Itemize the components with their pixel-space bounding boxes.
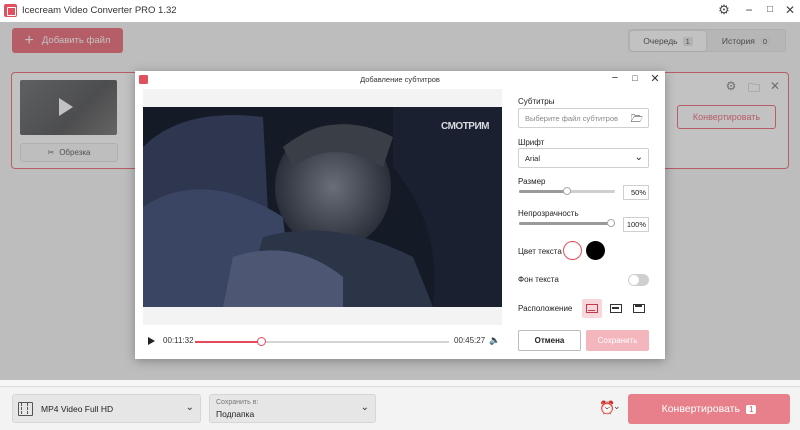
minimize-icon[interactable]: − <box>741 3 757 17</box>
film-icon <box>18 402 33 416</box>
opacity-label: Непрозрачность <box>518 209 579 218</box>
chevron-down-icon[interactable]: ⌄ <box>613 401 621 412</box>
app-title: Icecream Video Converter PRO 1.32 <box>22 5 177 16</box>
text-background-label: Фон текста <box>518 275 559 284</box>
app-window: Icecream Video Converter PRO 1.32 ⚙ − □ … <box>0 0 800 430</box>
text-background-toggle[interactable] <box>628 274 649 286</box>
subtitle-file-input[interactable]: Выберите файл субтитров 🗁 <box>518 108 649 128</box>
dialog-title: Добавление субтитров <box>360 75 440 84</box>
size-label: Размер <box>518 177 546 186</box>
convert-all-button[interactable]: Конвертировать 1 <box>628 394 790 424</box>
opacity-slider[interactable] <box>519 219 615 227</box>
size-slider-fill <box>519 190 567 193</box>
dialog-close-icon[interactable]: ✕ <box>648 72 662 85</box>
dialog-maximize-icon[interactable]: □ <box>628 73 642 83</box>
size-slider[interactable] <box>519 187 615 195</box>
subtitle-dialog: Добавление субтитров − □ ✕ СМОТРИМ 00:11… <box>135 71 665 359</box>
size-value[interactable]: 50% <box>623 185 649 200</box>
text-color-white-swatch[interactable] <box>563 241 582 260</box>
size-slider-handle[interactable] <box>563 187 571 195</box>
chevron-down-icon: ⌄ <box>185 402 194 413</box>
position-bottom-button[interactable] <box>582 299 602 318</box>
settings-gear-icon[interactable]: ⚙ <box>716 2 732 18</box>
app-logo-icon <box>4 4 17 17</box>
volume-icon[interactable]: 🔈 <box>489 335 500 346</box>
title-bar: Icecream Video Converter PRO 1.32 ⚙ − □ … <box>0 0 800 22</box>
seek-bar-handle[interactable] <box>257 337 267 346</box>
position-top-button[interactable] <box>629 299 649 318</box>
subtitles-label: Субтитры <box>518 97 555 106</box>
dialog-minimize-icon[interactable]: − <box>608 72 622 84</box>
play-button-icon[interactable] <box>148 337 155 345</box>
position-bottom-icon <box>586 304 598 313</box>
subtitle-file-placeholder: Выберите файл субтитров <box>525 113 618 123</box>
position-label: Расположение <box>518 304 573 313</box>
font-value: Arial <box>525 153 541 163</box>
chevron-down-icon: ⌄ <box>634 152 643 163</box>
format-select[interactable]: MP4 Video Full HD ⌄ <box>12 394 201 423</box>
folder-open-icon[interactable]: 🗁 <box>631 112 643 129</box>
convert-all-label: Конвертировать <box>661 403 740 415</box>
channel-watermark: СМОТРИМ <box>441 121 490 132</box>
video-frame-image <box>143 107 502 307</box>
format-value: MP4 Video Full HD <box>41 404 114 414</box>
seek-bar[interactable] <box>195 337 449 346</box>
save-to-label: Сохранить в: <box>216 399 259 406</box>
position-middle-button[interactable] <box>606 299 626 318</box>
convert-count-badge: 1 <box>745 404 757 414</box>
font-select[interactable]: Arial ⌄ <box>518 148 649 168</box>
opacity-slider-handle[interactable] <box>607 219 615 227</box>
save-to-value: Подпапка <box>216 409 255 419</box>
close-icon[interactable]: ✕ <box>782 3 798 17</box>
seek-bar-progress <box>195 341 262 343</box>
save-location-select[interactable]: Сохранить в: Подпапка ⌄ <box>209 394 376 423</box>
position-middle-icon <box>610 304 622 313</box>
chevron-down-icon: ⌄ <box>360 402 369 413</box>
position-top-icon <box>633 304 645 313</box>
video-frame[interactable]: СМОТРИМ <box>143 107 502 307</box>
text-color-black-swatch[interactable] <box>586 241 605 260</box>
toggle-knob <box>629 275 639 285</box>
total-time: 00:45:27 <box>454 336 486 345</box>
font-label: Шрифт <box>518 138 545 147</box>
text-color-label: Цвет текста <box>518 247 562 256</box>
save-button[interactable]: Сохранить <box>586 330 649 351</box>
cancel-button[interactable]: Отмена <box>518 330 581 351</box>
opacity-slider-fill <box>519 222 615 225</box>
current-time: 00:11:32 <box>163 336 194 345</box>
opacity-value[interactable]: 100% <box>623 217 649 232</box>
maximize-icon[interactable]: □ <box>762 4 778 15</box>
